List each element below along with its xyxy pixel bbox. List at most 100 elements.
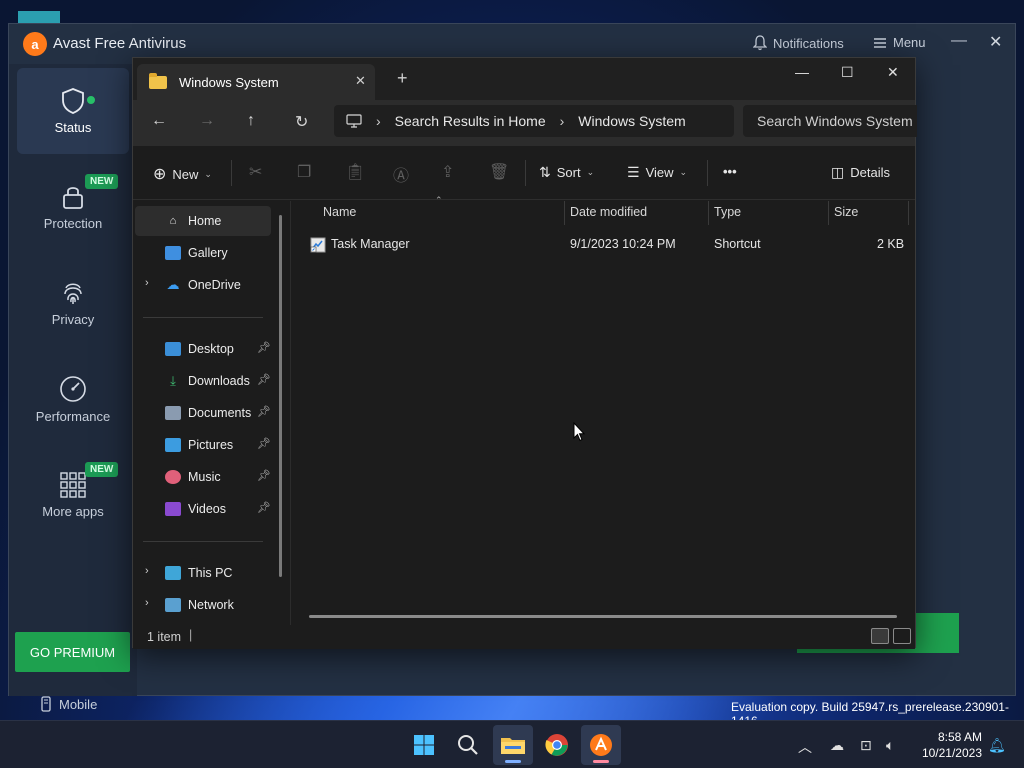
pin-icon[interactable]: 📌︎ (257, 437, 271, 450)
sort-button[interactable]: ⇅ Sort ⌄ (539, 164, 594, 181)
tab-close-icon[interactable]: ✕ (355, 73, 366, 89)
nav-scrollbar[interactable] (279, 215, 282, 577)
nav-item-documents[interactable]: Documents 📌︎ (135, 398, 271, 428)
chevron-down-icon: ⌄ (204, 168, 212, 179)
menu-button[interactable]: Menu (873, 35, 926, 50)
sidebar-item-status[interactable]: Status (17, 68, 129, 154)
search-button[interactable] (448, 725, 488, 765)
chevron-right-icon[interactable]: › (145, 597, 149, 609)
nav-divider (143, 541, 263, 542)
active-indicator (593, 760, 609, 763)
back-arrow-icon[interactable]: ← (151, 112, 167, 130)
view-button[interactable]: ☰ View ⌄ (627, 164, 687, 181)
sort-label: Sort (556, 165, 581, 180)
clock-date: 10/21/2023 (921, 746, 982, 760)
details-label: Details (850, 165, 890, 180)
delete-icon[interactable]: 🗑︎ (489, 162, 509, 182)
nav-item-pictures[interactable]: Pictures 📌︎ (135, 430, 271, 460)
taskbar-avast[interactable] (581, 725, 621, 765)
taskbar-chrome[interactable] (537, 725, 577, 765)
mobile-button[interactable]: Mobile (41, 696, 97, 712)
toolbar-divider (525, 160, 526, 186)
pin-icon[interactable]: 📌︎ (257, 373, 271, 386)
maximize-icon[interactable]: ☐ (841, 64, 854, 81)
nav-item-music[interactable]: Music 📌︎ (135, 462, 271, 492)
new-label: New (172, 166, 199, 182)
nav-item-desktop[interactable]: Desktop 📌︎ (135, 334, 271, 364)
tab-windows-system[interactable]: Windows System ✕ (137, 64, 375, 100)
forward-arrow-icon[interactable]: → (199, 112, 215, 130)
chevron-right-icon[interactable]: › (145, 565, 149, 577)
minimize-icon[interactable]: — (795, 64, 809, 80)
close-icon[interactable]: ✕ (887, 64, 899, 81)
onedrive-tray-icon[interactable]: ☁ (830, 737, 844, 754)
breadcrumb-search-results[interactable]: Search Results in Home (395, 113, 546, 129)
taskbar-file-explorer[interactable] (493, 725, 533, 765)
minimize-icon[interactable]: — (951, 32, 967, 50)
grid-icon (60, 471, 86, 498)
details-view-icon[interactable] (871, 628, 889, 644)
clock[interactable]: 8:58 AM 10/21/2023 (912, 729, 982, 761)
notifications-button[interactable]: Notifications (753, 35, 844, 51)
taskbar: ︿ ☁ ⊡ 🔈︎ 8:58 AM 10/21/2023 🔔︎ (0, 720, 1024, 768)
nav-label: Documents (188, 406, 252, 420)
address-bar[interactable]: › Search Results in Home › Windows Syste… (334, 105, 734, 137)
folder-icon (149, 72, 167, 89)
go-premium-button[interactable]: GO PREMIUM (15, 632, 130, 672)
nav-item-network[interactable]: › Network (135, 590, 271, 620)
search-input[interactable]: Search Windows System (743, 105, 917, 137)
copy-icon[interactable]: ❐ (297, 162, 311, 182)
volume-icon[interactable]: 🔈︎ (886, 737, 894, 754)
details-button[interactable]: ◫ Details (831, 164, 890, 181)
notification-bell-icon[interactable]: 🔔︎ (988, 737, 1006, 754)
sidebar-label: Privacy (51, 311, 95, 327)
pin-icon[interactable]: 📌︎ (257, 501, 271, 514)
pin-icon[interactable]: 📌︎ (257, 469, 271, 482)
hamburger-icon (874, 37, 886, 48)
videos-icon (165, 502, 181, 516)
network-tray-icon[interactable]: ⊡ (860, 737, 872, 754)
start-button[interactable] (404, 725, 444, 765)
paste-icon[interactable]: 📋︎ (345, 162, 365, 182)
chevron-up-icon[interactable]: ︿ (798, 737, 812, 757)
horizontal-scrollbar[interactable] (309, 615, 897, 618)
rename-icon[interactable]: Ⓐ (393, 162, 409, 186)
more-options-button[interactable]: ••• (723, 164, 737, 179)
nav-item-gallery[interactable]: Gallery (135, 238, 271, 268)
up-arrow-icon[interactable]: ↑ (247, 112, 255, 130)
sidebar-item-performance[interactable]: Performance (9, 356, 137, 442)
computer-icon (346, 114, 362, 128)
nav-label: Videos (188, 502, 226, 516)
chevron-right-icon[interactable]: › (145, 277, 149, 289)
pin-icon[interactable]: 📌︎ (257, 341, 271, 354)
fingerprint-icon (64, 283, 82, 304)
network-icon (165, 598, 181, 612)
table-row[interactable]: Task Manager 9/1/2023 10:24 PM Shortcut … (291, 201, 917, 261)
chevron-down-icon: ⌄ (586, 167, 595, 177)
lock-icon (63, 186, 83, 209)
close-icon[interactable]: ✕ (989, 32, 1002, 52)
refresh-icon[interactable]: ↻ (295, 112, 308, 132)
status-ok-icon (85, 94, 97, 106)
nav-item-downloads[interactable]: ⤓ Downloads 📌︎ (135, 366, 271, 396)
details-pane-icon: ◫ (831, 164, 845, 180)
breadcrumb-windows-system[interactable]: Windows System (578, 113, 685, 129)
new-tab-icon[interactable]: + (397, 68, 408, 89)
nav-item-home[interactable]: ⌂ Home (135, 206, 271, 236)
share-icon[interactable]: ⇪ (441, 162, 454, 182)
nav-item-this-pc[interactable]: › This PC (135, 558, 271, 588)
tiles-view-icon[interactable] (893, 628, 911, 644)
cut-icon[interactable]: ✂ (249, 162, 262, 182)
sidebar-item-protection[interactable]: NEW Protection (9, 164, 137, 250)
navigation-pane: ⌂ Home Gallery › ☁ OneDrive Desktop 📌︎ ⤓… (133, 201, 291, 625)
nav-item-videos[interactable]: Videos 📌︎ (135, 494, 271, 524)
sidebar-item-privacy[interactable]: Privacy (9, 260, 137, 346)
pin-icon[interactable]: 📌︎ (257, 405, 271, 418)
new-button[interactable]: ⊕ New ⌄ (153, 164, 212, 184)
item-count: 1 item (147, 630, 182, 644)
speedometer-icon (60, 375, 86, 402)
sidebar-label: Performance (35, 408, 111, 424)
sidebar-item-more-apps[interactable]: NEW More apps (9, 452, 137, 538)
phone-icon (41, 696, 51, 712)
nav-item-onedrive[interactable]: › ☁ OneDrive (135, 270, 271, 300)
